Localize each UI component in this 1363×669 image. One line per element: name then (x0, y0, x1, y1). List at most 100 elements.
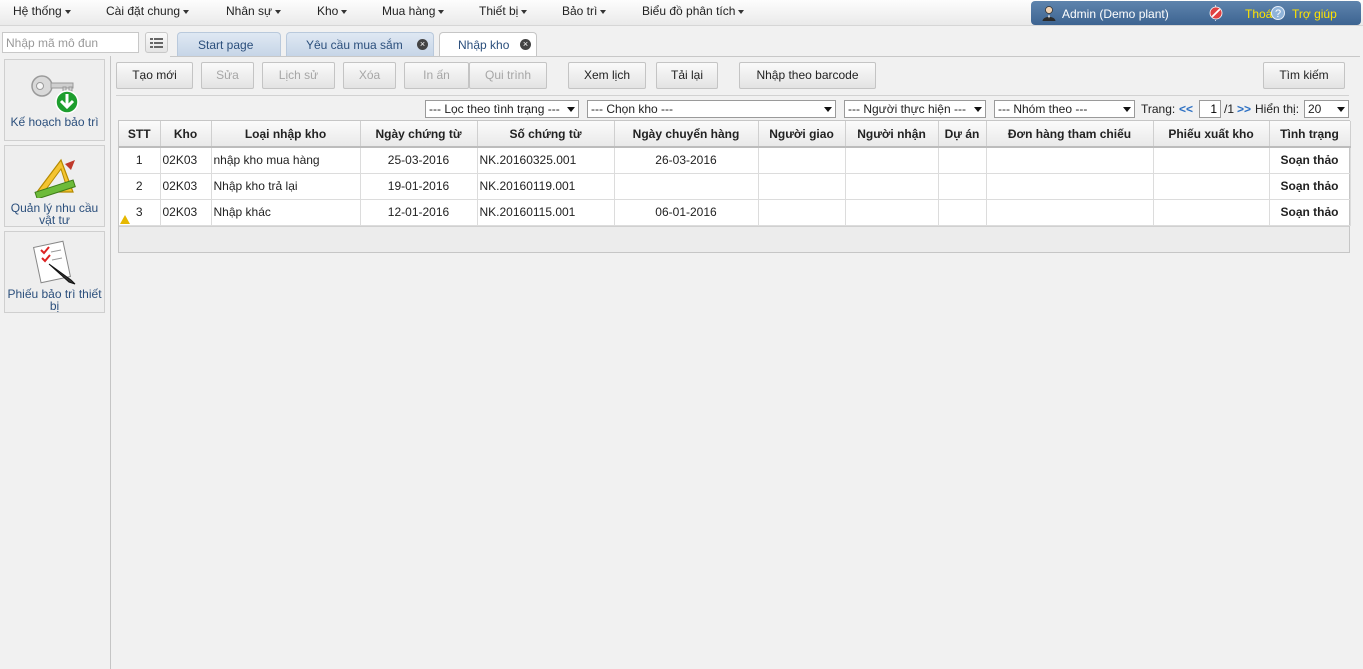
tab-label: Yêu cầu mua sắm (306, 38, 403, 52)
select-value: 20 (1308, 102, 1322, 116)
sidebar-item-label: vật tư (39, 213, 70, 227)
tab-nhap-kho[interactable]: Nhập kho × (439, 32, 537, 57)
menu-bao-tri[interactable]: Bảo trì (562, 4, 607, 18)
tab-label: Nhập kho (458, 38, 510, 52)
column-header[interactable]: Phiếu xuất kho (1153, 121, 1270, 148)
cell-phieu-xuat-kho (1153, 147, 1270, 174)
menu-label: Mua hàng (382, 4, 436, 18)
logout-icon[interactable] (1209, 6, 1223, 20)
column-header[interactable]: Người nhận (845, 121, 939, 148)
table-row[interactable]: 2 02K03 Nhập kho trả lại 19-01-2016 NK.2… (119, 173, 1351, 200)
create-button[interactable]: Tạo mới (116, 62, 193, 89)
page-size-select[interactable]: 20 (1304, 100, 1349, 118)
page-size-label: Hiển thị: (1255, 102, 1300, 116)
cell-so-chung-tu: NK.20160115.001 (477, 199, 615, 226)
help-link[interactable]: Trợ giúp (1292, 7, 1337, 21)
module-search-input[interactable] (2, 32, 139, 53)
chevron-down-icon (1123, 107, 1131, 112)
barcode-import-button[interactable]: Nhập theo barcode (739, 62, 876, 89)
cell-ngay-chung-tu: 25-03-2016 (360, 147, 478, 174)
cell-so-chung-tu: NK.20160325.001 (477, 147, 615, 174)
cell-so-chung-tu: NK.20160119.001 (477, 173, 615, 200)
menu-mua-hang[interactable]: Mua hàng (382, 4, 445, 18)
next-page-link[interactable]: >> (1237, 102, 1251, 116)
sidebar-item-quan-ly-nhu-cau-vat-tu[interactable]: Quản lý nhu cầu vật tư (4, 145, 105, 227)
user-panel: Admin (Demo plant) Thoát ? Trợ giúp (1031, 1, 1361, 25)
menu-bieu-do-phan-tich[interactable]: Biểu đồ phân tích (642, 4, 745, 18)
menu-thiet-bi[interactable]: Thiết bị (479, 4, 528, 18)
print-button[interactable]: In ấn (404, 62, 469, 89)
column-header[interactable]: Tình trạng (1269, 121, 1351, 148)
chevron-down-icon (824, 107, 832, 112)
menu-label: Cài đặt chung (106, 4, 181, 18)
history-button[interactable]: Lịch sử (262, 62, 335, 89)
column-header[interactable]: Ngày chuyển hàng (614, 121, 759, 148)
chevron-down-icon (521, 9, 528, 14)
sidebar-item-label: bị (49, 299, 60, 313)
select-value: --- Lọc theo tình trạng --- (429, 102, 560, 116)
sidebar-item-phieu-bao-tri-thiet-bi[interactable]: Phiếu bảo trì thiết bị (4, 231, 105, 313)
chevron-down-icon (64, 9, 71, 14)
reload-button[interactable]: Tải lại (656, 62, 718, 89)
page-number-input[interactable] (1199, 100, 1221, 118)
column-header[interactable]: Người giao (758, 121, 846, 148)
module-list-button[interactable] (145, 32, 168, 53)
data-grid: STT Kho Loại nhập kho Ngày chứng từ Số c… (118, 120, 1351, 253)
performer-select[interactable]: --- Người thực hiện --- (844, 100, 986, 118)
cell-nguoi-giao (758, 199, 846, 226)
sidebar-item-ke-hoach-bao-tri[interactable]: Kế hoạch bảo trì (4, 59, 105, 141)
close-icon[interactable]: × (417, 39, 428, 50)
cell-ngay-chuyen-hang (614, 173, 759, 200)
status-filter-select[interactable]: --- Lọc theo tình trạng --- (425, 100, 579, 118)
user-name[interactable]: Admin (Demo plant) (1062, 7, 1169, 21)
column-header[interactable]: STT (119, 121, 161, 148)
close-icon[interactable]: × (520, 39, 531, 50)
group-by-select[interactable]: --- Nhóm theo --- (994, 100, 1135, 118)
menu-kho[interactable]: Kho (317, 4, 348, 18)
cell-ngay-chung-tu: 19-01-2016 (360, 173, 478, 200)
edit-button[interactable]: Sửa (201, 62, 254, 89)
tab-start-page[interactable]: Start page (177, 32, 281, 56)
menu-he-thong[interactable]: Hệ thống (13, 4, 71, 18)
cell-stt: 3 (119, 199, 161, 226)
menu-label: Hệ thống (13, 4, 62, 18)
cell-tinh-trang: Soạn thảo (1269, 173, 1351, 200)
cell-du-an (938, 147, 987, 174)
column-header[interactable]: Đơn hàng tham chiếu (986, 121, 1154, 148)
cell-nguoi-giao (758, 147, 846, 174)
checklist-pen-icon (32, 240, 76, 285)
left-sidebar: Kế hoạch bảo trì Quản lý nhu cầu vật tư … (0, 56, 111, 669)
drafting-tools-icon (34, 158, 76, 198)
tab-label: Start page (198, 38, 254, 52)
cell-loai-nhap-kho: Nhập kho trả lại (211, 173, 361, 200)
cell-nguoi-nhan (845, 147, 939, 174)
table-row[interactable]: 3 02K03 Nhập khác 12-01-2016 NK.20160115… (119, 199, 1351, 226)
menu-cai-dat-chung[interactable]: Cài đặt chung (106, 4, 190, 18)
tab-yeu-cau-mua-sam[interactable]: Yêu cầu mua sắm × (286, 32, 434, 56)
cell-kho: 02K03 (160, 199, 212, 226)
menu-label: Biểu đồ phân tích (642, 4, 736, 18)
column-header[interactable]: Dự án (938, 121, 987, 148)
column-header[interactable]: Kho (160, 121, 212, 148)
grid-footer (119, 225, 1349, 252)
chevron-down-icon (600, 9, 607, 14)
column-header[interactable]: Số chứng từ (477, 121, 615, 148)
cell-tinh-trang: Soạn thảo (1269, 147, 1351, 174)
delete-button[interactable]: Xóa (343, 62, 396, 89)
warehouse-select[interactable]: --- Chọn kho --- (587, 100, 836, 118)
table-row[interactable]: 1 02K03 nhập kho mua hàng 25-03-2016 NK.… (119, 147, 1351, 174)
column-header[interactable]: Ngày chứng từ (360, 121, 478, 148)
column-header[interactable]: Loại nhập kho (211, 121, 361, 148)
menu-nhan-su[interactable]: Nhân sự (226, 4, 282, 18)
help-icon[interactable]: ? (1271, 6, 1285, 20)
workflow-button[interactable]: Qui trình (469, 62, 547, 89)
calendar-button[interactable]: Xem lịch (568, 62, 646, 89)
prev-page-link[interactable]: << (1179, 102, 1193, 116)
table-header-row: STT Kho Loại nhập kho Ngày chứng từ Số c… (119, 121, 1351, 148)
cell-nguoi-giao (758, 173, 846, 200)
search-button[interactable]: Tìm kiếm (1263, 62, 1345, 89)
chevron-down-icon (183, 9, 190, 14)
chevron-down-icon (567, 107, 575, 112)
cell-tinh-trang: Soạn thảo (1269, 199, 1351, 226)
cell-stt: 2 (119, 173, 161, 200)
